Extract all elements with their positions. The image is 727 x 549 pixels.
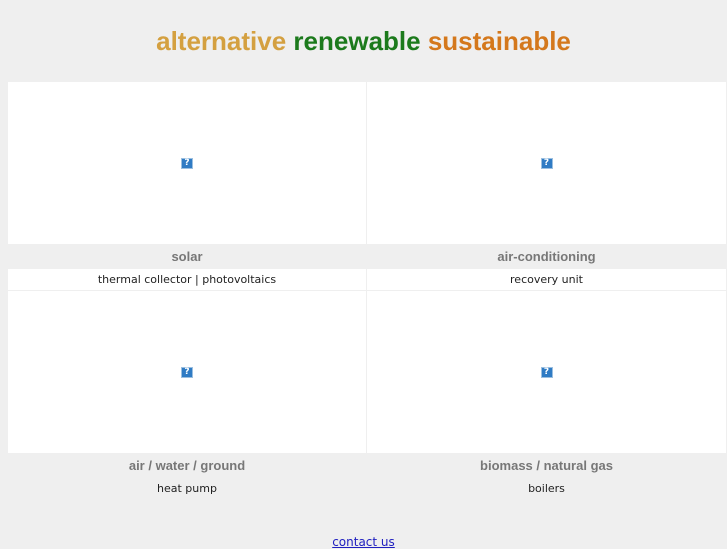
card-image-air-conditioning[interactable]: ? — [367, 82, 726, 244]
broken-image-icon: ? — [181, 157, 193, 169]
header-word-renewable: renewable — [293, 26, 421, 56]
card-title-solar: solar — [171, 249, 203, 264]
broken-image-icon: ? — [181, 366, 193, 378]
card-title-air-water-ground: air / water / ground — [128, 458, 246, 473]
card-image-boilers[interactable]: ? — [367, 291, 726, 453]
card-image-heat-pump[interactable]: ? — [8, 291, 366, 453]
broken-image-icon: ? — [540, 366, 553, 378]
page-footer: contact us — [0, 535, 727, 549]
card-subtitle-boilers: boilers — [528, 482, 565, 495]
header-word-alternative: alternative — [156, 26, 287, 56]
broken-image-icon: ? — [540, 157, 553, 169]
product-grid: ? ? solar air-conditioning thermal colle… — [8, 82, 726, 499]
contact-us-link[interactable]: contact us — [332, 535, 395, 549]
card-image-solar[interactable]: ? — [8, 82, 366, 244]
card-subtitle-solar: thermal collector | photovoltaics — [8, 269, 366, 290]
card-subtitle-air-conditioning: recovery unit — [367, 269, 726, 290]
card-title-biomass-natural-gas: biomass / natural gas — [480, 458, 613, 473]
header-word-sustainable: sustainable — [427, 26, 571, 56]
page-header: alternative renewable sustainable — [0, 24, 727, 58]
card-subtitle-heat-pump: heat pump — [157, 482, 217, 495]
card-title-air-conditioning: air-conditioning — [497, 249, 596, 264]
